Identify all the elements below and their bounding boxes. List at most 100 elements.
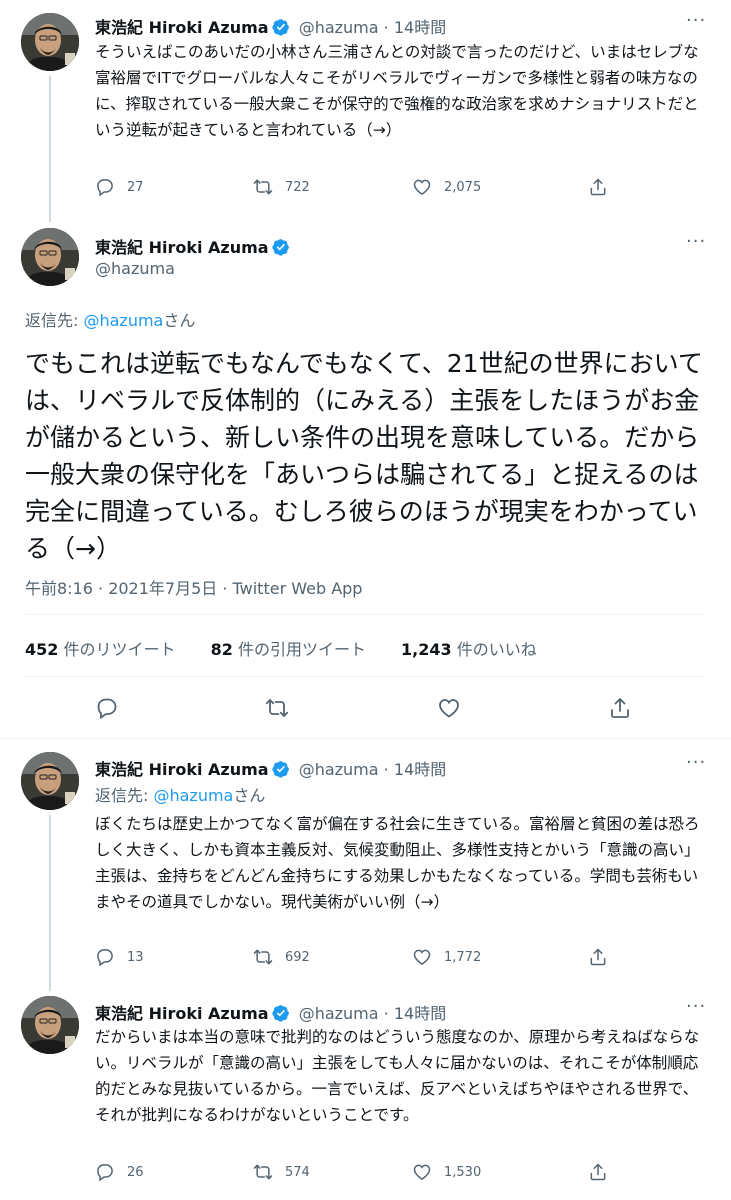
reply-button[interactable] xyxy=(95,696,119,720)
author-name[interactable]: 東浩紀 Hiroki Azuma xyxy=(95,238,269,257)
reply-to: 返信先: @hazumaさん xyxy=(25,307,195,331)
divider xyxy=(25,614,706,615)
reply-handle-link[interactable]: @hazuma xyxy=(83,311,163,330)
tweet-timestamp[interactable]: 午前8:16 · 2021年7月5日 · Twitter Web App xyxy=(25,575,362,599)
retweet-stat[interactable]: 452 件のリツイート xyxy=(25,640,176,659)
divider xyxy=(0,738,731,739)
retweet-count: 574 xyxy=(285,1164,310,1180)
tweet-time[interactable]: 14時間 xyxy=(394,1004,446,1023)
share-icon xyxy=(608,696,632,720)
tweet-4-text: だからいまは本当の意味で批判的なのはどういう態度なのか、原理から考えねばならない… xyxy=(95,1028,700,1124)
avatar[interactable] xyxy=(21,752,79,810)
author-name[interactable]: 東浩紀 Hiroki Azuma xyxy=(95,1004,269,1023)
like-count: 1,772 xyxy=(444,949,482,965)
avatar[interactable] xyxy=(21,13,79,71)
quote-stat-count: 82 xyxy=(210,640,233,659)
reply-handle-link[interactable]: @hazuma xyxy=(153,786,233,805)
retweet-icon xyxy=(253,947,273,967)
reply-icon xyxy=(95,1162,115,1182)
retweet-button[interactable] xyxy=(265,696,289,720)
like-button[interactable] xyxy=(437,696,461,720)
reply-prefix: 返信先: xyxy=(25,311,84,330)
tweet-time[interactable]: 14時間 xyxy=(394,760,446,779)
share-button[interactable] xyxy=(588,177,620,197)
like-stat[interactable]: 1,243 件のいいね xyxy=(401,640,537,659)
retweet-button[interactable]: 574 xyxy=(253,1162,310,1182)
more-icon[interactable]: ··· xyxy=(686,752,706,773)
like-button[interactable]: 2,075 xyxy=(412,177,481,197)
reply-count: 13 xyxy=(127,949,144,965)
tweet-1-header: 東浩紀 Hiroki Azuma @hazuma · 14時間 xyxy=(95,14,446,38)
verified-badge-icon xyxy=(272,1004,290,1022)
retweet-button[interactable]: 722 xyxy=(253,177,310,197)
share-icon xyxy=(588,1162,608,1182)
quote-stat-label: 件の引用ツイート xyxy=(232,640,366,659)
separator: · xyxy=(383,18,389,37)
retweet-stat-count: 452 xyxy=(25,640,59,659)
share-icon xyxy=(588,177,608,197)
author-handle[interactable]: @hazuma xyxy=(299,1004,379,1023)
quote-stat[interactable]: 82 件の引用ツイート xyxy=(211,640,366,659)
retweet-stat-label: 件のリツイート xyxy=(58,640,176,659)
main-tweet-text: でもこれは逆転でもなんでもなくて、21世紀の世界においては、リベラルで反体制的（… xyxy=(25,349,703,563)
more-icon[interactable]: ··· xyxy=(686,996,706,1017)
tweet-3-text: ぼくたちは歴史上かつてなく富が偏在する社会に生きている。富裕層と貧困の差は恐ろし… xyxy=(95,815,700,911)
share-button[interactable] xyxy=(588,1162,620,1182)
like-icon xyxy=(412,947,432,967)
tweet-time[interactable]: 14時間 xyxy=(394,18,446,37)
author-name[interactable]: 東浩紀 Hiroki Azuma xyxy=(95,18,269,37)
retweet-button[interactable]: 692 xyxy=(253,947,310,967)
reply-count: 26 xyxy=(127,1164,144,1180)
reply-icon xyxy=(95,177,115,197)
retweet-icon xyxy=(253,177,273,197)
like-icon xyxy=(412,177,432,197)
like-button[interactable]: 1,530 xyxy=(412,1162,481,1182)
reply-to: 返信先: @hazumaさん xyxy=(95,782,265,806)
share-icon xyxy=(588,947,608,967)
avatar[interactable] xyxy=(21,228,79,286)
like-button[interactable]: 1,772 xyxy=(412,947,481,967)
like-count: 1,530 xyxy=(444,1164,482,1180)
avatar-image xyxy=(21,228,79,286)
like-stat-count: 1,243 xyxy=(401,640,452,659)
tweet-3-header: 東浩紀 Hiroki Azuma @hazuma · 14時間 xyxy=(95,756,446,780)
retweet-icon xyxy=(253,1162,273,1182)
thread-line xyxy=(49,76,51,222)
separator: · xyxy=(383,760,389,779)
separator: · xyxy=(383,1004,389,1023)
reply-count: 27 xyxy=(127,179,144,195)
reply-button[interactable]: 27 xyxy=(95,177,144,197)
author-name[interactable]: 東浩紀 Hiroki Azuma xyxy=(95,760,269,779)
more-icon[interactable]: ··· xyxy=(686,231,706,252)
verified-badge-icon xyxy=(272,238,290,256)
reply-button[interactable]: 26 xyxy=(95,1162,144,1182)
share-button[interactable] xyxy=(588,947,620,967)
reply-button[interactable]: 13 xyxy=(95,947,144,967)
reply-suffix: さん xyxy=(163,311,196,330)
like-icon xyxy=(437,696,461,720)
avatar-image xyxy=(21,13,79,71)
reply-suffix: さん xyxy=(233,786,266,805)
reply-icon xyxy=(95,947,115,967)
tweet-stats: 452 件のリツイート 82 件の引用ツイート 1,243 件のいいね xyxy=(25,636,567,660)
main-tweet-author: 東浩紀 Hiroki Azuma xyxy=(95,234,290,258)
divider xyxy=(25,676,706,677)
more-icon[interactable]: ··· xyxy=(686,10,706,31)
author-handle[interactable]: @hazuma xyxy=(299,18,379,37)
thread-line xyxy=(49,815,51,991)
author-handle[interactable]: @hazuma xyxy=(299,760,379,779)
share-button[interactable] xyxy=(608,696,632,720)
avatar[interactable] xyxy=(21,996,79,1054)
avatar-image xyxy=(21,996,79,1054)
avatar-image xyxy=(21,752,79,810)
verified-badge-icon xyxy=(272,18,290,36)
retweet-icon xyxy=(265,696,289,720)
like-stat-label: 件のいいね xyxy=(451,640,537,659)
verified-badge-icon xyxy=(272,760,290,778)
tweet-1-text: そういえばこのあいだの小林さん三浦さんとの対談で言ったのだけど、いまはセレブな富… xyxy=(95,43,699,139)
like-count: 2,075 xyxy=(444,179,482,195)
author-handle[interactable]: @hazuma xyxy=(95,259,175,278)
like-icon xyxy=(412,1162,432,1182)
tweet-4-header: 東浩紀 Hiroki Azuma @hazuma · 14時間 xyxy=(95,1000,446,1024)
reply-prefix: 返信先: xyxy=(95,786,154,805)
